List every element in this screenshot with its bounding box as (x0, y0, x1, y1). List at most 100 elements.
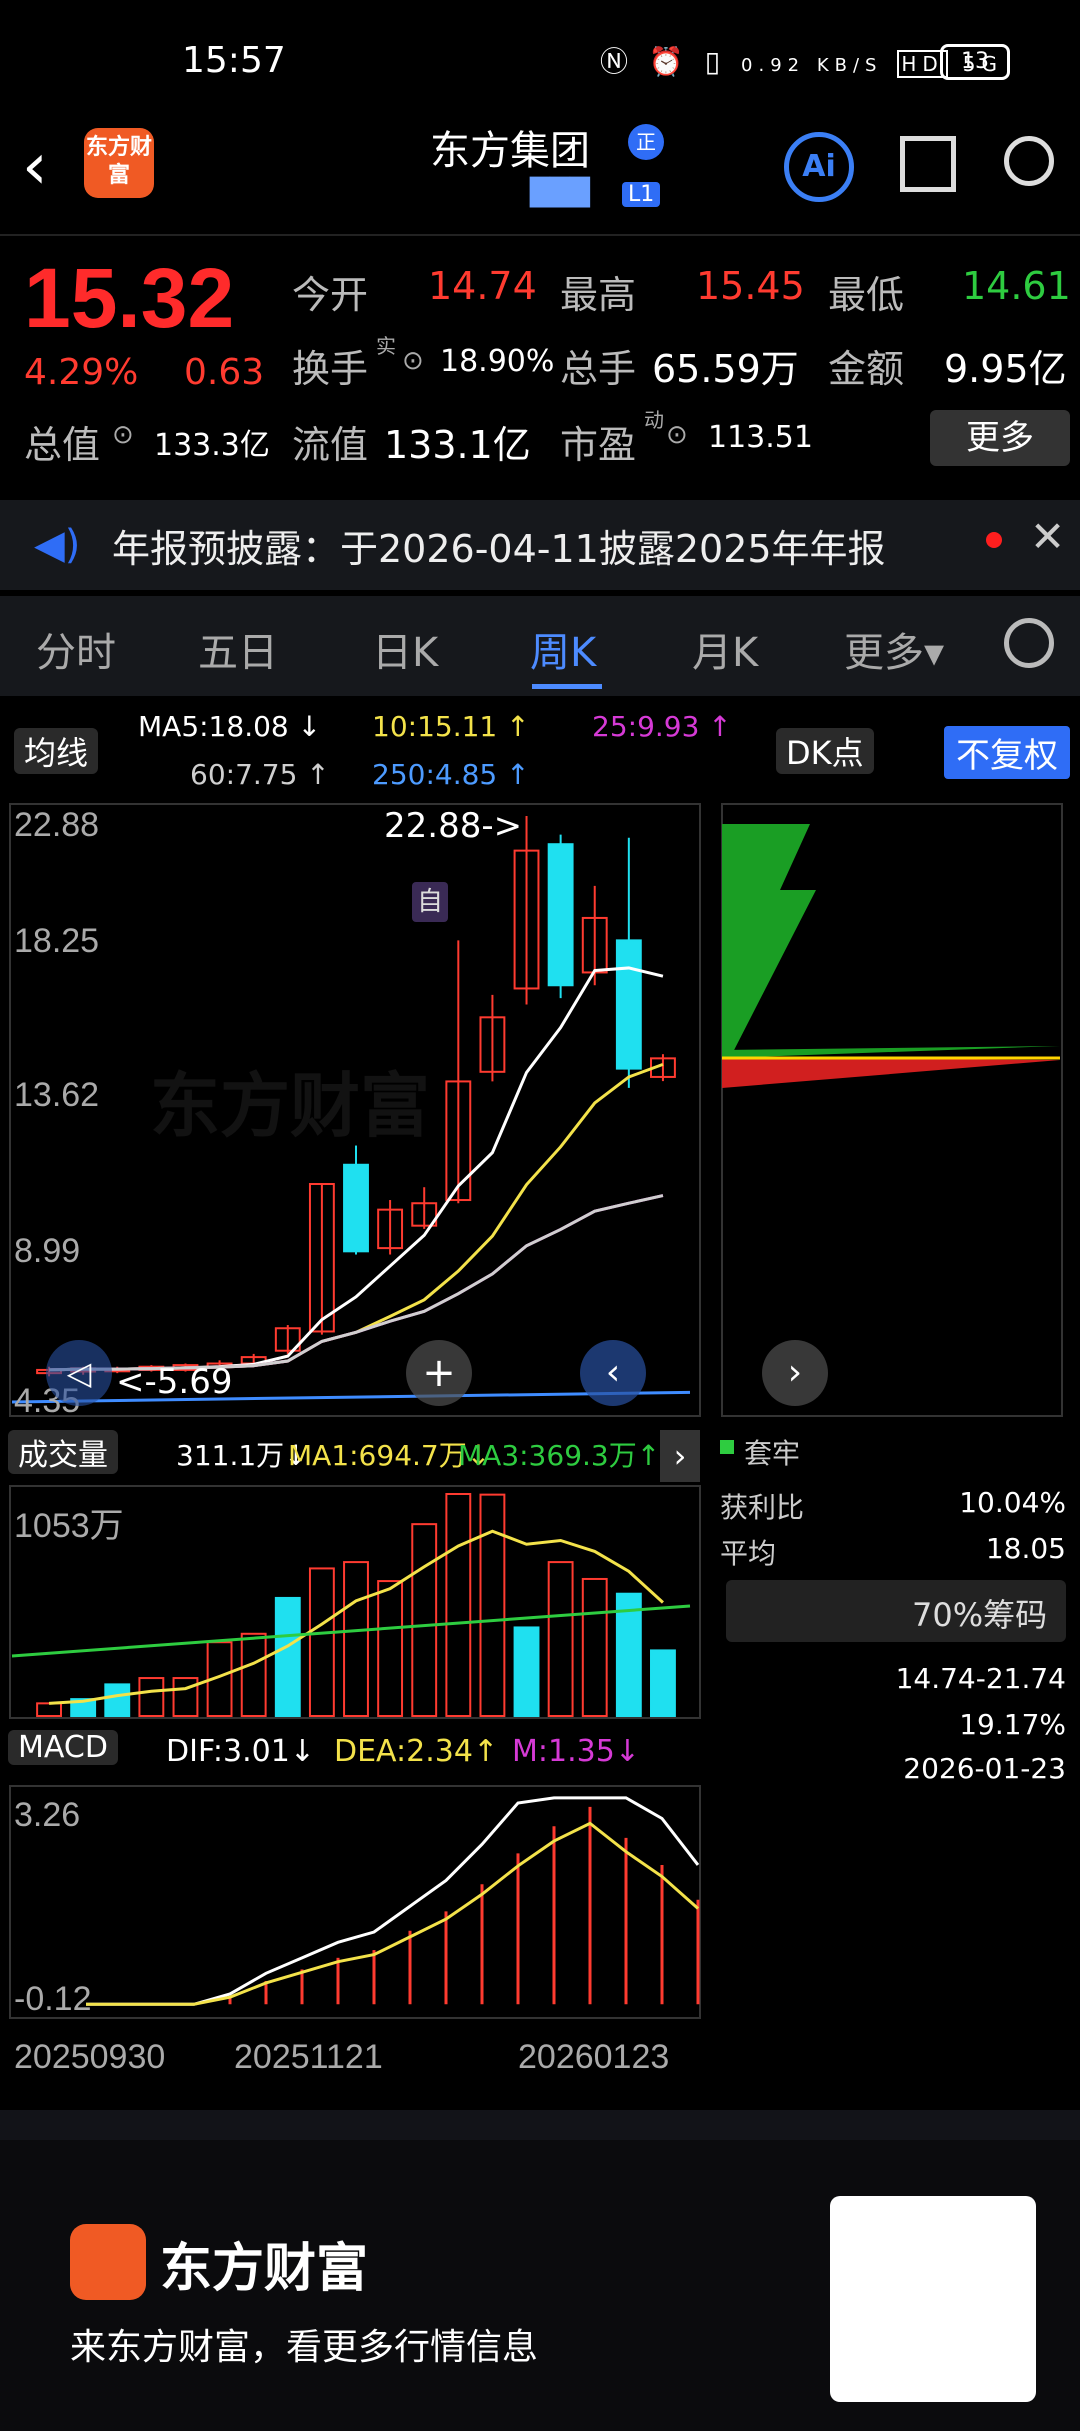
ai-button[interactable]: Ai (784, 132, 854, 202)
tab-more[interactable]: 更多▾ (844, 620, 944, 678)
volume-bar (411, 1523, 438, 1717)
macd-dea: DEA:2.34↑ (334, 1734, 499, 1769)
tab-intraday[interactable]: 分时 (36, 620, 116, 678)
volume-bar (479, 1493, 506, 1718)
ma-selector[interactable]: 均线 (14, 728, 99, 774)
share-icon[interactable] (900, 136, 956, 192)
macd-frame (9, 1785, 701, 2019)
amount-label: 金额 (828, 347, 905, 391)
volume-value: 65.59万 (652, 347, 799, 391)
nfc-icon: Ⓝ (600, 45, 635, 78)
chip-ratio-label[interactable]: 70%筹码 (912, 1590, 1047, 1636)
mktcap-label: 总值 (24, 423, 101, 467)
footer-brand: 东方财富 (160, 2239, 369, 2299)
high-annotation: 22.88-> (384, 806, 523, 846)
event-marker[interactable]: 自 (412, 882, 448, 922)
status-time: 15:57 (182, 40, 286, 81)
chip-date-value: 2026-01-23 (903, 1752, 1066, 1785)
header-divider (0, 234, 1080, 236)
avg-cost-value: 18.05 (985, 1532, 1066, 1565)
more-button[interactable]: 更多 (930, 410, 1070, 466)
zoom-in-button[interactable]: + (406, 1340, 472, 1406)
volume-bar (547, 1561, 574, 1717)
volume-label: 总手 (560, 347, 637, 391)
volume-bar (513, 1626, 540, 1717)
back-latest-button[interactable]: ‹ (580, 1340, 646, 1406)
pe-value: 113.51 (708, 420, 813, 455)
gear-icon[interactable] (1004, 618, 1054, 668)
footer-slogan: 来东方财富，看更多行情信息 (70, 2327, 539, 2368)
dea-line (86, 1821, 699, 2006)
macd-dif: DIF:3.01↓ (166, 1734, 315, 1769)
speaker-icon: ◀) (34, 522, 81, 568)
zheng-badge: 正 (628, 124, 664, 160)
unread-dot (986, 532, 1002, 548)
cost-range-value: 14.74-21.74 (895, 1662, 1066, 1695)
profit-value: 10.04% (959, 1486, 1066, 1519)
volume-bar (274, 1596, 301, 1717)
footer-logo-icon (70, 2224, 146, 2300)
dif-line (86, 1796, 700, 2006)
dk-point-button[interactable]: DK点 (776, 728, 874, 774)
search-icon[interactable] (1004, 136, 1054, 186)
back-button[interactable]: ‹ (22, 135, 48, 199)
brand-logo[interactable]: 东方财富 (84, 128, 154, 198)
volume-bar (377, 1580, 404, 1717)
volume-bar (581, 1577, 608, 1717)
trapped-chip-area (722, 824, 816, 1058)
volume-bar (172, 1677, 199, 1718)
macd-axis-label: 3.26 (14, 1796, 81, 1834)
change-amount: 0.63 (184, 352, 265, 393)
volume-bar (445, 1493, 472, 1717)
volume-axis-label: 1053万 (14, 1507, 124, 1545)
ma10-value: 10:15.11 ↑ (372, 710, 530, 743)
date-label: 20260123 (518, 2038, 670, 2076)
turnover-value: 18.90% (440, 344, 555, 379)
trap-legend-swatch (720, 1440, 734, 1454)
candle-body (547, 843, 574, 987)
candle-body (343, 1163, 369, 1253)
ma250-value: 250:4.85 ↑ (372, 758, 530, 791)
alarm-icon: ⏰ (648, 45, 690, 78)
float-label: 流值 (292, 423, 369, 467)
prev-page-button[interactable]: ◁ (46, 1340, 112, 1406)
notice-text[interactable]: 年报预披露：于2026-04-11披露2025年年报 (112, 518, 886, 573)
volume-ma3: MA3:369.3万↑ (458, 1439, 661, 1472)
low-annotation: <-5.69 (116, 1362, 233, 1402)
battery-icon: 13 (940, 44, 1010, 80)
tab-monthly-k[interactable]: 月K (692, 620, 758, 678)
ma5-value: MA5:18.08 ↓ (138, 710, 322, 743)
turnover-sup: 实 (376, 334, 396, 358)
macd-chart[interactable] (0, 1784, 706, 2020)
tab-five-day[interactable]: 五日 (198, 620, 278, 678)
tab-indicator (532, 684, 602, 689)
float-value: 133.1亿 (384, 423, 531, 467)
stock-code: ███ (530, 178, 590, 208)
macd-selector[interactable]: MACD (8, 1730, 118, 1765)
expand-icon[interactable]: › (660, 1430, 700, 1482)
volume-bar (308, 1567, 335, 1718)
tab-weekly-k[interactable]: 周K (530, 620, 596, 678)
volume-selector[interactable]: 成交量 (8, 1430, 118, 1474)
volume-bar (138, 1677, 165, 1718)
concentration-value: 19.17% (959, 1708, 1066, 1741)
price-axis-label: 18.25 (14, 922, 100, 960)
info-icon[interactable]: ⊙ (666, 420, 688, 450)
close-icon[interactable]: ✕ (1030, 512, 1065, 561)
low-label: 最低 (828, 273, 905, 317)
pe-label: 市盈 (560, 423, 637, 467)
status-bar: 15:57 Ⓝ ⏰ ▯ 0.92 KB/S HD 5G 13 (0, 0, 1080, 120)
qr-code (830, 2196, 1036, 2402)
high-label: 最高 (560, 273, 637, 317)
chip-next-button[interactable]: › (762, 1340, 828, 1406)
info-icon[interactable]: ⊙ (402, 346, 424, 376)
level-badge[interactable]: L1 (622, 182, 661, 207)
adjust-button[interactable]: 不复权 (944, 726, 1070, 779)
volume-bar (343, 1561, 369, 1717)
avg-cost-label: 平均 (720, 1537, 777, 1570)
pe-sup: 动 (644, 408, 664, 432)
info-icon[interactable]: ⊙ (112, 420, 134, 450)
macd-m: M:1.35↓ (512, 1734, 640, 1769)
volume-bar (36, 1702, 62, 1718)
tab-daily-k[interactable]: 日K (372, 620, 438, 678)
